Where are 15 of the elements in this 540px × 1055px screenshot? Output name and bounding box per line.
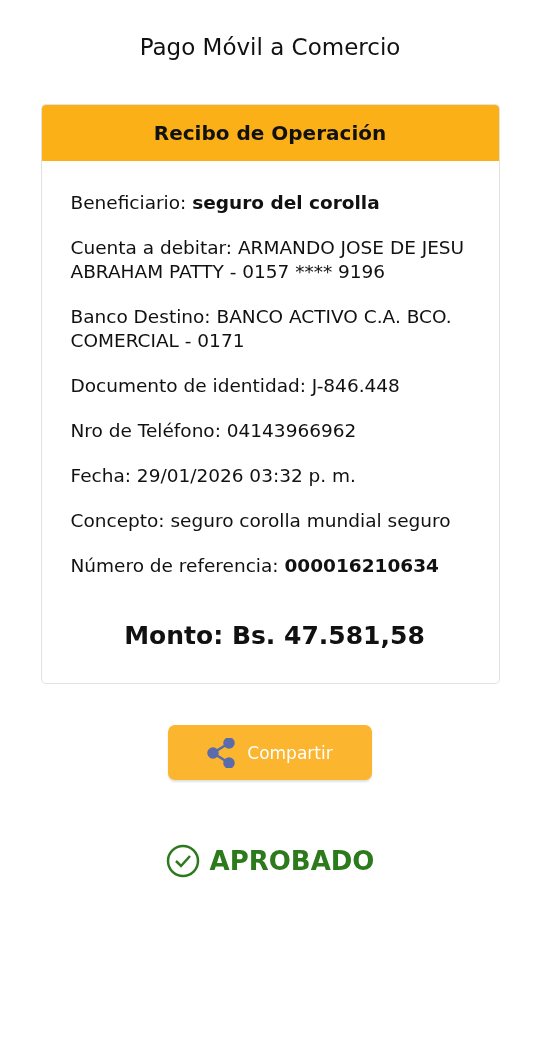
page-title: Pago Móvil a Comercio bbox=[139, 33, 401, 62]
receipt-field: Banco Destino: BANCO ACTIVO C.A. BCO. COMERCIAL - 0171 bbox=[70, 305, 479, 353]
receipt-field: Beneficiario: seguro del corolla bbox=[70, 191, 479, 215]
receipt-header: Recibo de Operación bbox=[41, 105, 499, 161]
share-icon bbox=[207, 737, 236, 768]
amount-text: Monto: Bs. 47.581,58 bbox=[123, 620, 426, 652]
receipt-field: Número de referencia: 000016210634 bbox=[70, 554, 479, 578]
receipt-field: Cuenta a debitar: ARMANDO JOSE DE JESU ABRAHAM PATTY - 0157 **** 9196 bbox=[70, 236, 479, 284]
receipt-field: Documento de identidad: J-846.448 bbox=[70, 374, 479, 398]
share-button[interactable]: Compartir bbox=[168, 725, 372, 780]
receipt-field: Nro de Teléfono: 04143966962 bbox=[70, 419, 479, 443]
status-label: APROBADO bbox=[209, 846, 375, 876]
receipt-field: Concepto: seguro corolla mundial seguro bbox=[70, 509, 479, 533]
receipt-field: Fecha: 29/01/2026 03:32 p. m. bbox=[70, 464, 479, 488]
check-circle-icon bbox=[165, 844, 200, 878]
